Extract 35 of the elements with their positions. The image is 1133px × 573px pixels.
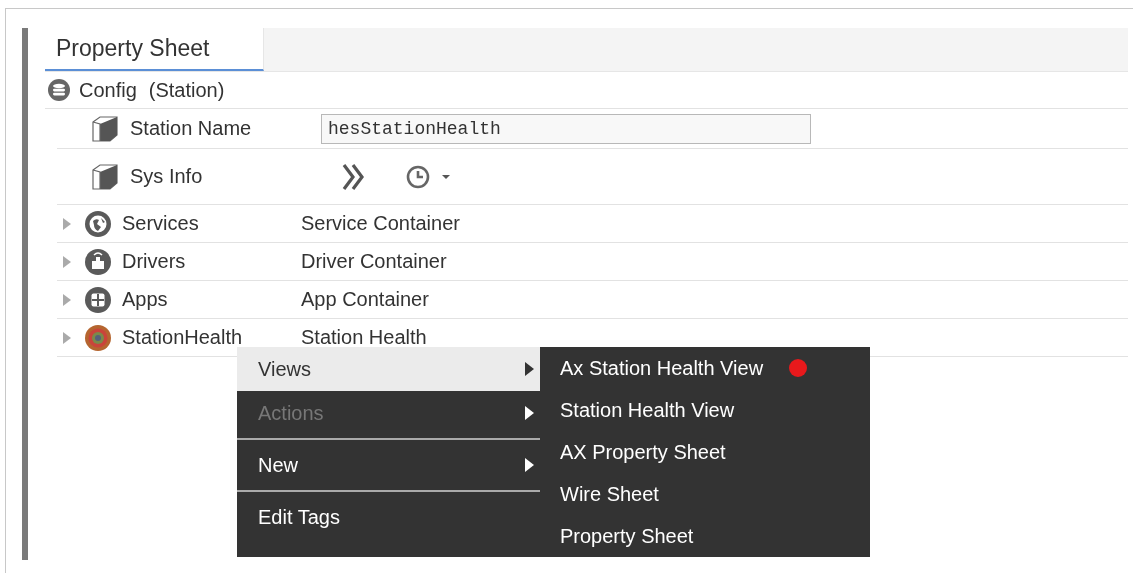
health-icon: [84, 323, 112, 352]
component-type: App Container: [301, 288, 429, 311]
node-type-label: (Station): [148, 78, 225, 102]
component-type: Station Health: [301, 326, 427, 349]
database-icon: [47, 78, 71, 102]
component-type: Service Container: [301, 212, 460, 235]
menu-item[interactable]: Views: [237, 347, 540, 391]
component-name[interactable]: Drivers: [122, 250, 301, 273]
expand-arrow-icon[interactable]: [62, 292, 72, 307]
cube-icon: [90, 163, 120, 190]
expand-arrow-icon[interactable]: [62, 216, 72, 231]
property-label: Station Name: [130, 117, 253, 140]
globe-icon: [84, 209, 112, 238]
cube-icon: [90, 115, 120, 142]
component-name[interactable]: StationHealth: [122, 326, 301, 349]
property-label: Sys Info: [130, 165, 204, 188]
expand-arrow-icon[interactable]: [62, 330, 72, 345]
menu-item[interactable]: AX Property Sheet: [560, 440, 726, 464]
menu-item[interactable]: Edit Tags: [237, 495, 540, 539]
component-name[interactable]: Services: [122, 212, 301, 235]
grid-icon: [84, 285, 112, 314]
input-field[interactable]: hesStationHealth: [321, 113, 811, 144]
menu-item[interactable]: Property Sheet: [560, 524, 694, 548]
driver-icon: [84, 247, 112, 276]
menu-item[interactable]: Ax Station Health View: [560, 356, 764, 380]
menu-item[interactable]: Wire Sheet: [560, 482, 659, 506]
history-dropdown-icon[interactable]: [406, 164, 450, 189]
menu-item[interactable]: New: [237, 443, 540, 487]
node-label: Config: [79, 78, 137, 102]
menu-item[interactable]: Station Health View: [560, 398, 735, 422]
tab[interactable]: Property Sheet: [45, 28, 264, 71]
expand-arrow-icon[interactable]: [62, 254, 72, 269]
component-type: Driver Container: [301, 250, 447, 273]
component-name[interactable]: Apps: [122, 288, 301, 311]
action-chevron-icon[interactable]: [342, 162, 366, 191]
